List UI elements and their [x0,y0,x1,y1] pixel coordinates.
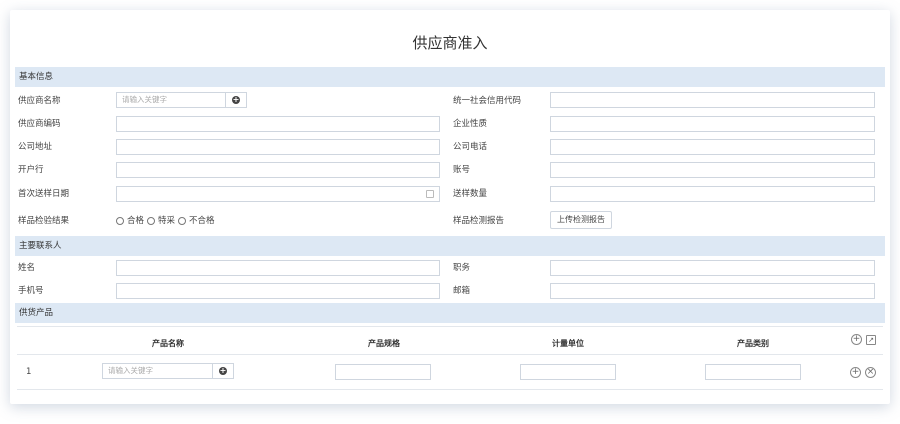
export-icon[interactable]: ↗ [866,335,876,345]
email-label: 邮箱 [453,286,471,296]
table-top-divider [17,326,883,327]
contact-name-input[interactable] [116,260,440,276]
calendar-icon[interactable] [426,190,434,198]
table-header-divider [17,354,883,355]
col-header-unit: 计量单位 [552,339,584,348]
section-contact: 主要联系人 [15,236,885,256]
supplier-name-input[interactable]: 请输入关键字 [116,92,226,108]
credit-code-input[interactable] [550,92,875,108]
page-title: 供应商准入 [412,34,488,52]
col-header-category: 产品类别 [737,339,769,348]
radio-concession[interactable] [147,217,156,225]
upload-report-button[interactable]: 上传检测报告 [550,211,612,229]
contact-name-label: 姓名 [18,263,36,273]
col-header-product-spec: 产品规格 [368,339,400,348]
col-header-product-name: 产品名称 [152,339,184,348]
supplier-code-input[interactable] [116,116,440,132]
email-input[interactable] [550,283,875,299]
account-label: 账号 [453,165,471,175]
sample-qty-label: 送样数量 [453,189,488,199]
supplier-name-label: 供应商名称 [18,96,61,106]
add-row-icon[interactable]: + [851,334,862,345]
radio-fail[interactable] [178,217,187,225]
inspection-result-label: 样品检验结果 [18,216,70,226]
add-row-icon[interactable]: + [850,367,861,378]
company-address-input[interactable] [116,139,440,155]
credit-code-label: 统一社会信用代码 [453,96,522,106]
product-spec-input[interactable] [335,364,431,380]
company-phone-label: 公司电话 [453,142,488,152]
section-basic-info: 基本信息 [15,67,885,87]
section-products: 供货产品 [15,303,885,323]
radio-pass-label[interactable]: 合格 [127,214,144,228]
category-input[interactable] [705,364,801,380]
sample-qty-input[interactable] [550,186,875,202]
first-sample-date-label: 首次送样日期 [18,189,70,199]
product-name-input[interactable]: 请输入关键字 [102,363,213,379]
close-circle-icon[interactable]: × [865,367,876,378]
supplier-name-add-button[interactable]: + [226,92,247,108]
inspection-result-radio-group: 合格 特采 不合格 [116,214,215,228]
company-address-label: 公司地址 [18,142,53,152]
first-sample-date-input[interactable] [116,186,440,202]
mobile-input[interactable] [116,283,440,299]
bank-label: 开户行 [18,165,44,175]
product-name-add-button[interactable]: + [213,363,234,379]
inspection-report-label: 样品检测报告 [453,216,505,226]
row-index: 1 [26,367,32,377]
position-label: 职务 [453,263,471,273]
company-nature-label: 企业性质 [453,119,488,129]
company-nature-input[interactable] [550,116,875,132]
unit-input[interactable] [520,364,616,380]
radio-fail-label[interactable]: 不合格 [189,214,215,228]
account-input[interactable] [550,162,875,178]
radio-pass[interactable] [116,217,124,225]
plus-circle-icon: + [219,366,227,375]
table-bottom-divider [17,389,883,390]
radio-concession-label[interactable]: 特采 [158,214,175,228]
plus-circle-icon: + [232,95,240,104]
company-phone-input[interactable] [550,139,875,155]
supplier-code-label: 供应商编码 [18,119,61,129]
mobile-label: 手机号 [18,286,44,296]
position-input[interactable] [550,260,875,276]
bank-input[interactable] [116,162,440,178]
